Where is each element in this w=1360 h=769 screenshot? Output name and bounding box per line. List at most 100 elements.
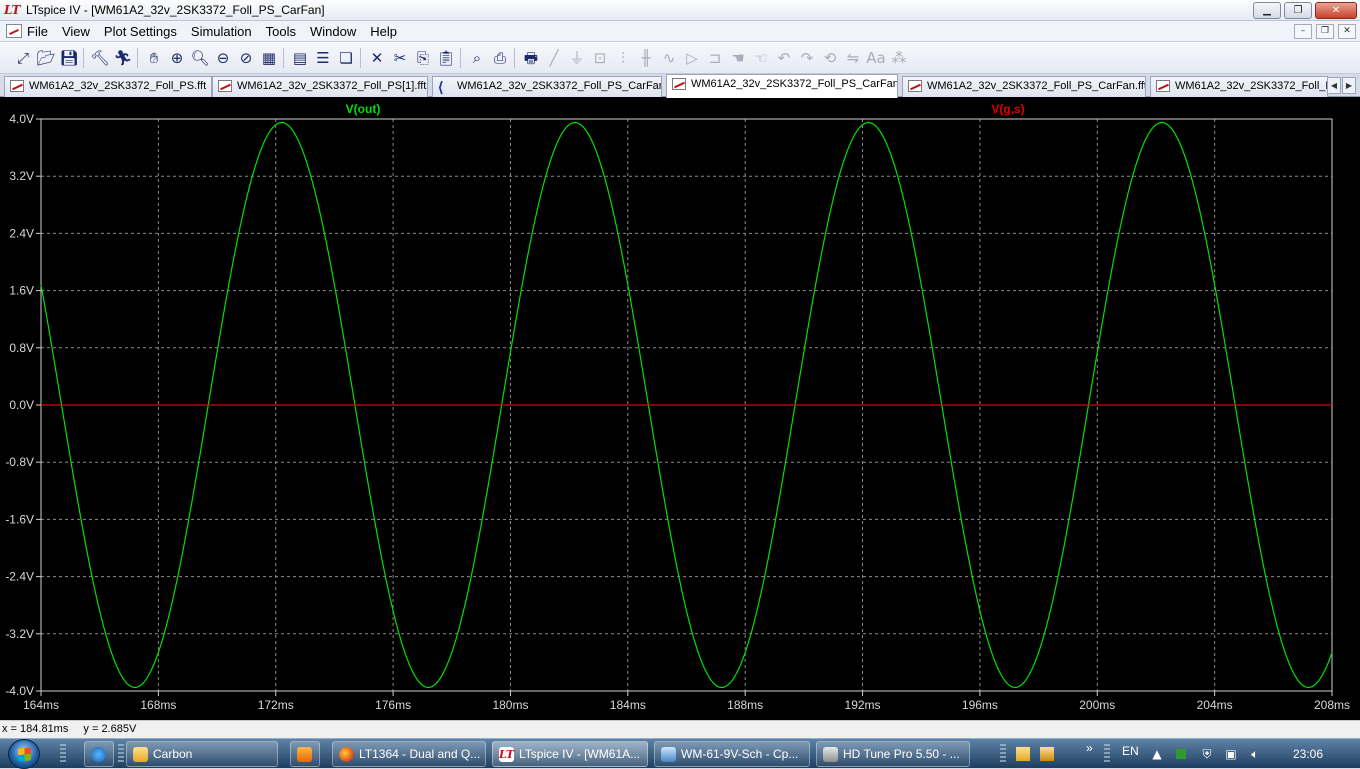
toolbar-separator — [283, 48, 284, 68]
network-tray-icon[interactable]: ▣ — [1224, 747, 1238, 761]
cut-icon[interactable]: ✂︎ — [389, 47, 411, 69]
capacitor-icon[interactable]: ╫ — [635, 47, 657, 69]
control-panel-icon[interactable]: 🔨︎ — [89, 47, 111, 69]
taskbar-button-media[interactable] — [290, 741, 320, 767]
tab-scroll-left-button[interactable]: ◀ — [1327, 77, 1341, 94]
menu-plot-settings[interactable]: Plot Settings — [104, 24, 177, 39]
zoom-box-icon[interactable]: 🔍︎ — [189, 47, 211, 69]
toolbar: ⤢ 📂︎ 💾︎ 🔨︎ 🏃︎ ✋︎ ⊕ 🔍︎ ⊖ ⊘ ▦ ▤ ☰ ❏ ✕ ✂︎ ⎘ 📋︎ ⌕ ⎙ 🖶︎ ╱ ⏚ ⊡ ⫶ ╫ ∿ ▷ ⊐ ☚ ☜… — [0, 42, 1360, 74]
trace-label-1[interactable]: V(out) — [346, 102, 381, 116]
tile-horizontal-icon[interactable]: ☰ — [312, 47, 334, 69]
paste-icon[interactable]: 📋︎ — [435, 47, 457, 69]
folder-shortcut-icon[interactable] — [1040, 747, 1054, 761]
find-icon[interactable]: ⌕ — [466, 47, 488, 69]
libraries-icon[interactable] — [1016, 747, 1030, 761]
copy-icon[interactable]: ⎘ — [412, 47, 434, 69]
zoom-in-icon[interactable]: ⊕ — [166, 47, 188, 69]
undo-icon[interactable]: ↶ — [773, 47, 795, 69]
y-tick-label: 4.0V — [9, 112, 34, 126]
cascade-icon[interactable]: ❏ — [335, 47, 357, 69]
x-tick-label: 184ms — [610, 698, 646, 712]
tab-6[interactable]: WM61A2_32v_2SK3372_Foll_PS_CarFan — [1150, 76, 1328, 97]
waveform-plot[interactable]: 164ms 168ms 172ms 176ms 180ms 184ms 188ms 192ms… — [0, 97, 1360, 720]
menu-tools[interactable]: Tools — [266, 24, 296, 39]
label-icon[interactable]: ⊡ — [589, 47, 611, 69]
pan-icon[interactable]: ✋︎ — [143, 47, 165, 69]
taskbar-button-firefox[interactable]: LT1364 - Dual and Q... — [332, 741, 486, 767]
y-tick-label: 0.8V — [9, 341, 34, 355]
schematic-icon — [438, 80, 452, 92]
new-plot-icon[interactable]: ⤢ — [12, 47, 34, 69]
menu-simulation[interactable]: Simulation — [191, 24, 252, 39]
tab-1[interactable]: WM61A2_32v_2SK3372_Foll_PS.fft — [4, 76, 212, 97]
text-icon[interactable]: Aa — [865, 47, 887, 69]
cursor-x-readout: x = 184.81ms — [2, 723, 69, 735]
x-tick-label: 200ms — [1079, 698, 1115, 712]
drag-icon[interactable]: ☜ — [750, 47, 772, 69]
rotate-icon[interactable]: ⟲ — [819, 47, 841, 69]
show-hidden-icons-icon[interactable]: ▲ — [1150, 747, 1164, 761]
taskbar-button-ltspice[interactable]: LT LTspice IV - [WM61A... — [492, 741, 648, 767]
menu-view[interactable]: View — [62, 24, 90, 39]
taskbar-grip — [1000, 744, 1006, 764]
fft-icon[interactable]: ▤ — [289, 47, 311, 69]
zoom-out-icon[interactable]: ⊖ — [212, 47, 234, 69]
tab-label: WM61A2_32v_2SK3372_Foll_PS_CarFan — [1175, 80, 1327, 92]
document-restore-button[interactable]: ❐ — [1316, 24, 1334, 39]
ltspice-logo-icon: LT — [4, 3, 21, 17]
document-minimize-button[interactable]: – — [1294, 24, 1312, 39]
run-icon[interactable]: 🏃︎ — [112, 47, 134, 69]
menu-bar: File View Plot Settings Simulation Tools… — [0, 21, 1360, 42]
internet-explorer-icon — [91, 747, 106, 762]
taskbar-button-hdtune[interactable]: HD Tune Pro 5.50 - ... — [816, 741, 970, 767]
document-system-menu-icon[interactable] — [6, 24, 22, 38]
security-tray-icon[interactable]: ⛨ — [1200, 747, 1214, 761]
menu-help[interactable]: Help — [370, 24, 397, 39]
inductor-icon[interactable]: ∿ — [658, 47, 680, 69]
activity-tray-icon[interactable] — [1176, 749, 1186, 759]
autoscale-icon[interactable]: ▦ — [258, 47, 280, 69]
maximize-button[interactable]: ❐ — [1284, 2, 1312, 19]
tab-4[interactable]: WM61A2_32v_2SK3372_Foll_PS_CarFan — [666, 74, 898, 98]
taskbar-grip — [118, 744, 124, 764]
menu-file[interactable]: File — [27, 24, 48, 39]
resistor-icon[interactable]: ⫶ — [612, 47, 634, 69]
trace-label-2[interactable]: V(g,s) — [991, 102, 1024, 116]
mirror-icon[interactable]: ⇋ — [842, 47, 864, 69]
tab-5[interactable]: WM61A2_32v_2SK3372_Foll_PS_CarFan.fft — [902, 76, 1146, 97]
save-icon[interactable]: 💾︎ — [58, 47, 80, 69]
diode-icon[interactable]: ▷ — [681, 47, 703, 69]
print-setup-icon[interactable]: ⎙ — [489, 47, 511, 69]
move-icon[interactable]: ☚ — [727, 47, 749, 69]
taskbar-overflow-chevron[interactable]: » — [1086, 733, 1093, 763]
document-close-button[interactable]: ✕ — [1338, 24, 1356, 39]
language-indicator[interactable]: EN — [1122, 736, 1139, 766]
spice-directive-icon[interactable]: ⁂ — [888, 47, 910, 69]
component-icon[interactable]: ⊐ — [704, 47, 726, 69]
tab-3[interactable]: WM61A2_32v_2SK3372_Foll_PS_CarFan — [432, 76, 662, 97]
menu-window[interactable]: Window — [310, 24, 356, 39]
zoom-cancel-icon[interactable]: ⊘ — [235, 47, 257, 69]
ground-icon[interactable]: ⏚ — [566, 47, 588, 69]
print-icon[interactable]: 🖶︎ — [520, 47, 542, 69]
quick-launch-ie[interactable] — [84, 741, 114, 767]
close-all-icon[interactable]: ✕ — [366, 47, 388, 69]
x-tick-label: 196ms — [962, 698, 998, 712]
clock[interactable]: 23:06 — [1293, 739, 1323, 769]
minimize-button[interactable]: ▁ — [1253, 2, 1281, 19]
volume-icon[interactable]: 🔈︎ — [1248, 747, 1262, 761]
taskbar-button-carbon[interactable]: Carbon — [126, 741, 278, 767]
title-bar[interactable]: LT LTspice IV - [WM61A2_32v_2SK3372_Foll… — [0, 0, 1360, 21]
start-button[interactable] — [8, 739, 40, 769]
tab-scroll-right-button[interactable]: ▶ — [1342, 77, 1356, 94]
waveform-viewer[interactable]: 164ms 168ms 172ms 176ms 180ms 184ms 188ms 192ms… — [0, 97, 1360, 720]
tab-2[interactable]: WM61A2_32v_2SK3372_Foll_PS[1].fft — [212, 76, 428, 97]
toolbar-separator — [137, 48, 138, 68]
redo-icon[interactable]: ↷ — [796, 47, 818, 69]
wire-icon[interactable]: ╱ — [543, 47, 565, 69]
firefox-icon — [339, 747, 354, 762]
open-icon[interactable]: 📂︎ — [35, 47, 57, 69]
taskbar-button-remote[interactable]: WM-61-9V-Sch - Cp... — [654, 741, 810, 767]
close-button[interactable]: ✕ — [1315, 2, 1357, 19]
taskbar-button-label: Carbon — [153, 747, 193, 761]
